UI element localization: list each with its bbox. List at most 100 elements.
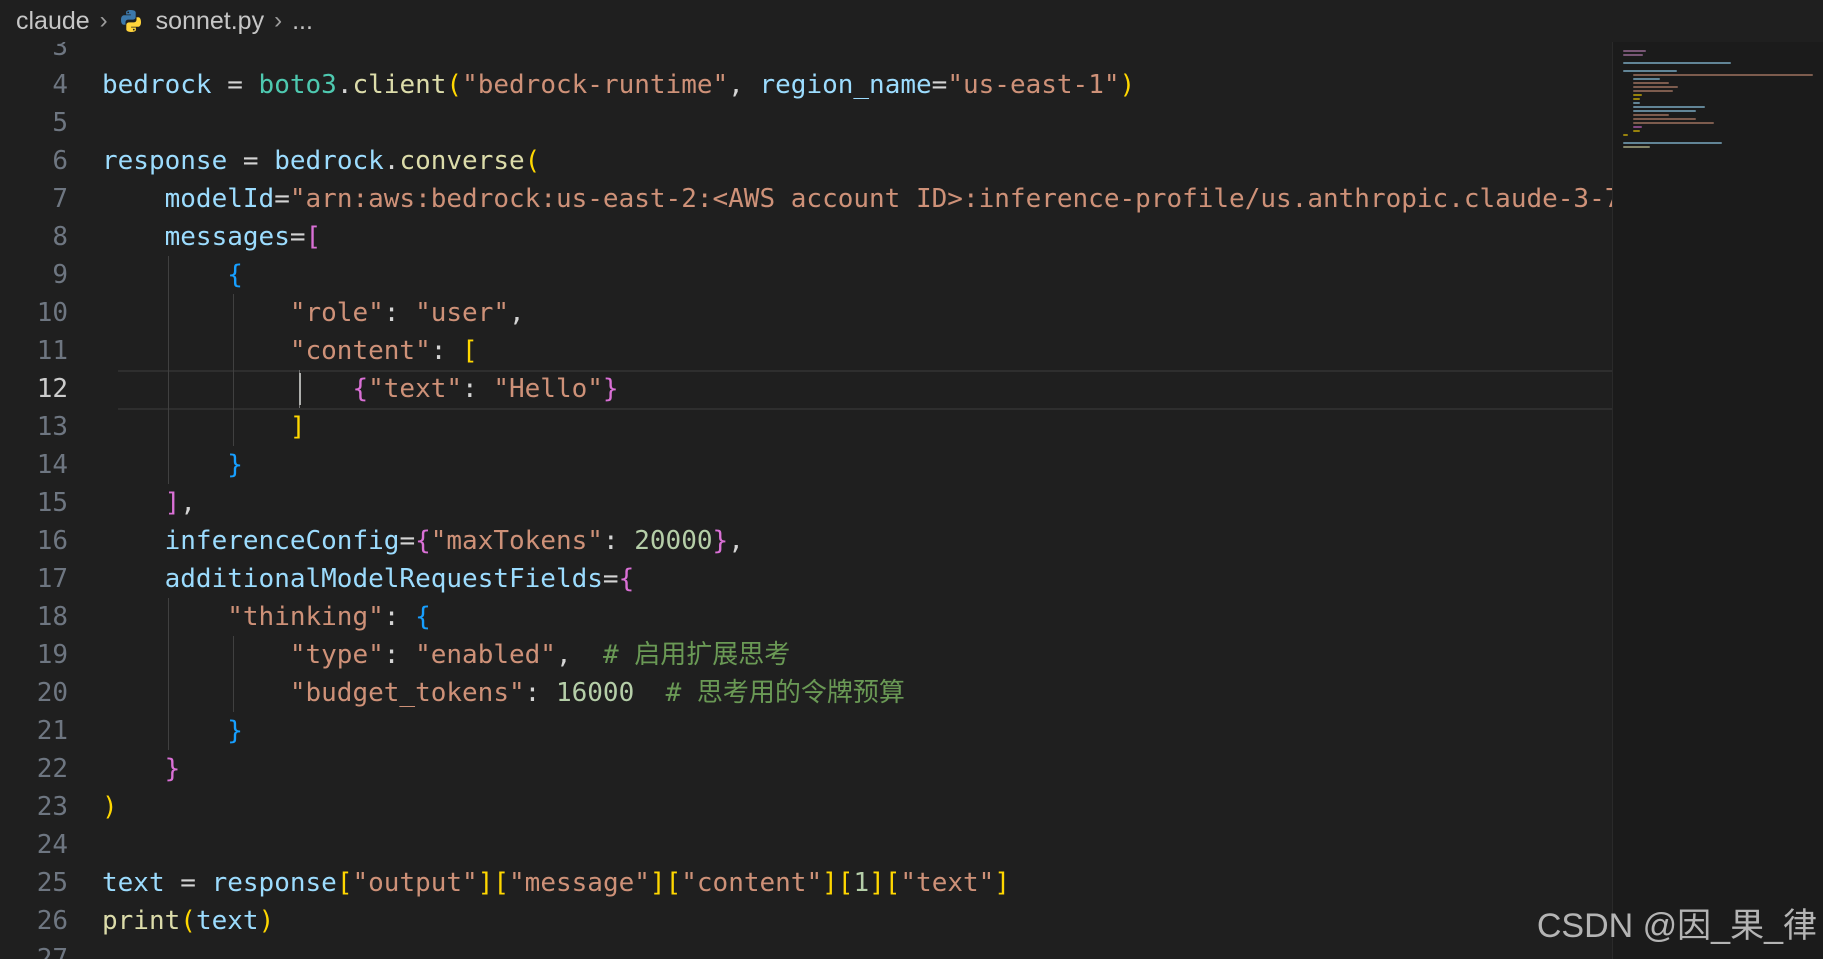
code-text[interactable]: inferenceConfig={"maxTokens": 20000},: [102, 522, 744, 560]
minimap-line: [1633, 126, 1642, 128]
code-line[interactable]: 24: [0, 826, 1612, 864]
code-text[interactable]: print(text): [102, 902, 274, 940]
minimap-line: [1633, 78, 1660, 80]
minimap-line: [1623, 142, 1722, 144]
line-number: 22: [36, 754, 68, 784]
breadcrumb-file[interactable]: sonnet.py: [156, 7, 264, 36]
minimap-line: [1633, 94, 1642, 96]
code-text[interactable]: modelId="arn:aws:bedrock:us-east-2:<AWS …: [102, 180, 1612, 218]
minimap-line: [1633, 122, 1714, 124]
line-number: 14: [36, 450, 68, 480]
code-text[interactable]: bedrock = boto3.client("bedrock-runtime"…: [102, 66, 1135, 104]
code-line[interactable]: 15 ],: [0, 484, 1612, 522]
code-text[interactable]: "type": "enabled", # 启用扩展思考: [102, 636, 790, 674]
minimap-line: [1633, 106, 1705, 108]
line-number: 16: [36, 526, 68, 556]
minimap-line: [1633, 110, 1696, 112]
minimap-line: [1633, 86, 1678, 88]
chevron-right-icon: ›: [274, 7, 283, 34]
code-line[interactable]: 25 text = response["output"]["message"]["…: [0, 864, 1612, 902]
minimap[interactable]: [1612, 42, 1823, 959]
line-number: 11: [36, 336, 68, 366]
code-text[interactable]: "budget_tokens": 16000 # 思考用的令牌预算: [102, 674, 905, 712]
line-number: 5: [52, 108, 68, 138]
code-text[interactable]: ],: [102, 484, 196, 522]
code-line[interactable]: 5: [0, 104, 1612, 142]
line-number: 6: [52, 146, 68, 176]
code-line[interactable]: 20 "budget_tokens": 16000 # 思考用的令牌预算: [0, 674, 1612, 712]
code-line[interactable]: 17 additionalModelRequestFields={: [0, 560, 1612, 598]
line-number: 18: [36, 602, 68, 632]
code-line[interactable]: 8 messages=[: [0, 218, 1612, 256]
code-line[interactable]: 16 inferenceConfig={"maxTokens": 20000},: [0, 522, 1612, 560]
code-editor[interactable]: 3 4 bedrock = boto3.client("bedrock-runtim…: [0, 42, 1612, 959]
code-text[interactable]: }: [102, 750, 181, 788]
code-line[interactable]: 23): [0, 788, 1612, 826]
code-line[interactable]: 18 "thinking": {: [0, 598, 1612, 636]
code-line[interactable]: 10 "role": "user",: [0, 294, 1612, 332]
code-line[interactable]: 6 response = bedrock.converse(: [0, 142, 1612, 180]
code-text[interactable]: messages=[: [102, 218, 322, 256]
code-text[interactable]: ): [102, 788, 118, 826]
text-cursor: [299, 373, 301, 405]
python-icon: [118, 8, 144, 34]
minimap-line: [1623, 134, 1629, 136]
minimap-line: [1633, 130, 1641, 132]
code-line[interactable]: 4 bedrock = boto3.client("bedrock-runtime…: [0, 66, 1612, 104]
code-line[interactable]: 27: [0, 940, 1612, 959]
code-text[interactable]: "content": [: [102, 332, 478, 370]
code-text[interactable]: text = response["output"]["message"]["co…: [102, 864, 1010, 902]
minimap-line: [1623, 70, 1677, 72]
code-text[interactable]: ]: [102, 408, 306, 446]
code-line[interactable]: 9 {: [0, 256, 1612, 294]
code-text[interactable]: {"text": "Hello"}: [102, 370, 618, 408]
minimap-line: [1633, 74, 1813, 76]
code-line[interactable]: 7 modelId="arn:aws:bedrock:us-east-2:<AW…: [0, 180, 1612, 218]
line-number: 15: [36, 488, 68, 518]
chevron-right-icon: ›: [99, 7, 108, 34]
code-line[interactable]: 13 ]: [0, 408, 1612, 446]
code-line[interactable]: 12 {"text": "Hello"}: [0, 370, 1612, 410]
line-number: 7: [52, 184, 68, 214]
line-number: 23: [36, 792, 68, 822]
line-number: 26: [36, 906, 68, 936]
line-number: 9: [52, 260, 68, 290]
breadcrumb-symbols[interactable]: ...: [292, 7, 313, 36]
line-number: 19: [36, 640, 68, 670]
code-text[interactable]: "thinking": {: [102, 598, 431, 636]
code-line[interactable]: 22 }: [0, 750, 1612, 788]
code-text[interactable]: "role": "user",: [102, 294, 525, 332]
code-line[interactable]: 3: [0, 42, 1612, 66]
line-number: 8: [52, 222, 68, 252]
minimap-line: [1633, 102, 1641, 104]
code-line[interactable]: 26 print(text): [0, 902, 1612, 940]
minimap-line: [1623, 146, 1650, 148]
code-line[interactable]: 11 "content": [: [0, 332, 1612, 370]
line-number: 25: [36, 868, 68, 898]
watermark: CSDN @因_果_律: [1536, 907, 1817, 945]
breadcrumb-folder[interactable]: claude: [16, 7, 90, 36]
code-text[interactable]: }: [102, 712, 243, 750]
line-number: 27: [36, 944, 68, 959]
minimap-line: [1633, 82, 1669, 84]
breadcrumb: claude › sonnet.py › ...: [0, 0, 1823, 42]
line-number: 17: [36, 564, 68, 594]
minimap-line: [1623, 50, 1647, 52]
line-number: 20: [36, 678, 68, 708]
line-number: 13: [36, 412, 68, 442]
line-number: 4: [52, 70, 68, 100]
line-number: 10: [36, 298, 68, 328]
code-text[interactable]: additionalModelRequestFields={: [102, 560, 635, 598]
minimap-line: [1623, 54, 1643, 56]
minimap-line: [1633, 114, 1669, 116]
code-lines[interactable]: 3 4 bedrock = boto3.client("bedrock-runtim…: [0, 42, 1612, 959]
line-number: 3: [52, 42, 68, 62]
code-line[interactable]: 21 }: [0, 712, 1612, 750]
code-line[interactable]: 19 "type": "enabled", # 启用扩展思考: [0, 636, 1612, 674]
line-number: 12: [36, 374, 68, 404]
code-text[interactable]: {: [102, 256, 243, 294]
code-text[interactable]: response = bedrock.converse(: [102, 142, 540, 180]
code-line[interactable]: 14 }: [0, 446, 1612, 484]
line-number: 21: [36, 716, 68, 746]
code-text[interactable]: }: [102, 446, 243, 484]
